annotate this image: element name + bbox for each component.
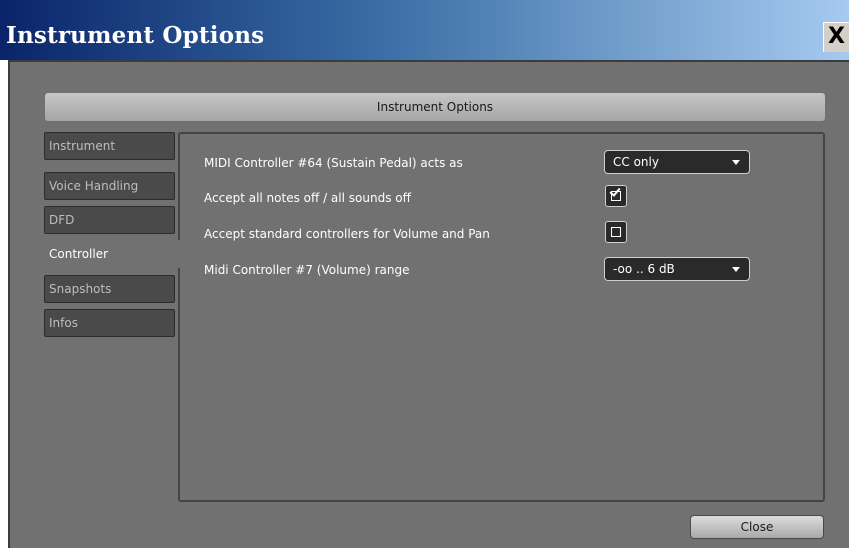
tab-controller[interactable]: Controller: [44, 240, 181, 268]
notes-off-label: Accept all notes off / all sounds off: [204, 191, 411, 205]
close-button[interactable]: Close: [690, 515, 824, 539]
chevron-down-icon: [732, 267, 740, 272]
standard-controllers-label: Accept standard controllers for Volume a…: [204, 227, 490, 241]
volume-range-label: Midi Controller #7 (Volume) range: [204, 263, 410, 277]
controller-panel: MIDI Controller #64 (Sustain Pedal) acts…: [178, 132, 825, 502]
window-title: Instrument Options: [6, 22, 265, 49]
sustain-pedal-value: CC only: [613, 155, 659, 169]
close-icon: X: [828, 24, 845, 49]
section-header: Instrument Options: [45, 93, 825, 121]
checkbox-box: [611, 227, 621, 237]
tab-dfd[interactable]: DFD: [44, 206, 175, 234]
dialog-body: Instrument Options Instrument Voice Hand…: [8, 60, 849, 548]
title-bar: Instrument Options X: [0, 0, 849, 60]
sustain-pedal-dropdown[interactable]: CC only: [604, 150, 750, 174]
standard-controllers-checkbox[interactable]: [605, 221, 627, 243]
chevron-down-icon: [732, 160, 740, 165]
tab-voice-handling[interactable]: Voice Handling: [44, 172, 175, 200]
notes-off-checkbox[interactable]: [605, 185, 627, 207]
volume-range-dropdown[interactable]: -oo .. 6 dB: [604, 257, 750, 281]
sustain-pedal-label: MIDI Controller #64 (Sustain Pedal) acts…: [204, 156, 463, 170]
close-window-button[interactable]: X: [823, 22, 849, 52]
volume-range-value: -oo .. 6 dB: [613, 262, 675, 276]
tab-snapshots[interactable]: Snapshots: [44, 275, 175, 303]
tab-instrument[interactable]: Instrument: [44, 132, 175, 160]
tab-infos[interactable]: Infos: [44, 309, 175, 337]
